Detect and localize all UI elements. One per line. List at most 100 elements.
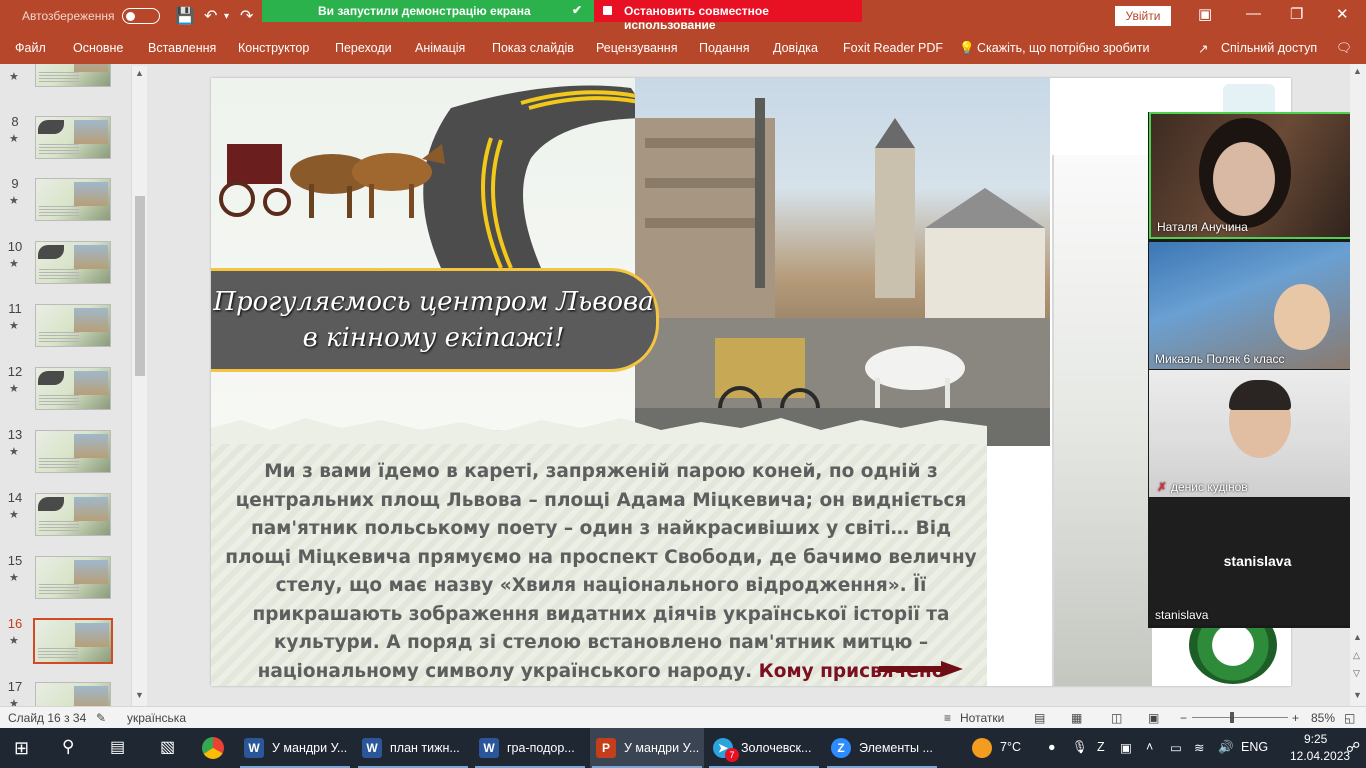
telegram-tray-icon[interactable]: ● [1048, 740, 1056, 754]
slide-thumbnail-8[interactable] [35, 116, 111, 159]
stop-share-button[interactable]: Остановить совместное использование [594, 0, 862, 32]
slide-thumbnail-12[interactable] [35, 367, 111, 410]
slide-thumbnail-17[interactable] [35, 682, 111, 706]
previous-slide-icon[interactable]: △ [1353, 650, 1360, 661]
slideshow-icon[interactable]: ▣ [1148, 711, 1159, 725]
taskbar-word-2[interactable]: W план тижн... [356, 728, 470, 768]
tab-insert[interactable]: Вставлення [148, 41, 216, 55]
tab-review[interactable]: Рецензування [596, 41, 677, 55]
language-indicator[interactable]: українська [127, 711, 186, 725]
share-button[interactable]: Спільний доступ [1221, 41, 1317, 55]
telegram-badge: 7 [725, 748, 739, 762]
lightbulb-icon: 💡 [959, 41, 975, 55]
undo-dropdown-icon[interactable]: ▾ [224, 11, 229, 22]
next-slide-icon[interactable]: ▽ [1353, 668, 1360, 679]
undo-icon[interactable]: ↶ [204, 6, 217, 26]
taskbar-telegram[interactable]: ➤ 7 Золочевск... [707, 728, 821, 768]
tray-app-icon[interactable]: ▣ [1120, 740, 1132, 755]
scroll-down-icon[interactable]: ▼ [135, 690, 144, 700]
notes-button[interactable]: Нотатки [960, 711, 1004, 725]
reading-view-icon[interactable]: ◫ [1111, 711, 1122, 725]
autosave-toggle[interactable] [122, 8, 160, 24]
scroll-down-icon[interactable]: ▼ [1353, 690, 1362, 700]
restore-icon[interactable]: ❐ [1290, 5, 1303, 23]
participant-tile[interactable]: Наталя Анучина [1149, 112, 1366, 239]
animation-star-icon: ★ [9, 320, 19, 332]
tab-transitions[interactable]: Переходи [335, 41, 392, 55]
weather-icon[interactable] [972, 738, 992, 758]
calculator-icon[interactable]: ▧ [160, 737, 175, 757]
tell-me-search[interactable]: Скажіть, що потрібно зробити [977, 41, 1150, 55]
signin-button[interactable]: Увійти [1115, 6, 1171, 26]
zoom-out-icon[interactable]: − [1180, 711, 1187, 725]
zoom-tray-icon[interactable]: Z [1097, 740, 1105, 754]
scrollbar-thumb[interactable] [135, 196, 145, 376]
animation-star-icon: ★ [9, 572, 19, 584]
slide-title-box[interactable]: Прогуляємось центром Львова в кінному ек… [211, 268, 659, 372]
slide-thumbnail-9[interactable] [35, 178, 111, 221]
right-arrow-icon [879, 661, 963, 677]
clock-date[interactable]: 12.04.2023 [1290, 749, 1350, 763]
tab-view[interactable]: Подання [699, 41, 749, 55]
taskbar-word-1[interactable]: W У мандри У... [238, 728, 352, 768]
participant-tile[interactable]: Микаэль Поляк 6 класс [1149, 242, 1366, 369]
taskbar-zoom[interactable]: Z Элементы ... [825, 728, 939, 768]
slide-scrollbar[interactable]: ▲ ▲ △ ▽ ▼ [1350, 64, 1366, 706]
minimize-icon[interactable]: — [1246, 5, 1261, 22]
weather-temp[interactable]: 7°C [1000, 740, 1021, 754]
thumbnails-scrollbar[interactable]: ▲ ▼ [131, 66, 147, 706]
scroll-up-icon[interactable]: ▲ [1353, 66, 1362, 76]
scroll-up-icon[interactable]: ▲ [135, 68, 144, 78]
tab-home[interactable]: Основне [73, 41, 123, 55]
clock-time[interactable]: 9:25 [1304, 732, 1327, 746]
comments-icon[interactable]: 🗨 [1336, 41, 1352, 56]
slide-thumbnail-13[interactable] [35, 430, 111, 473]
taskbar-word-3[interactable]: W гра-подор... [473, 728, 587, 768]
tab-help[interactable]: Довідка [773, 41, 818, 55]
volume-icon[interactable]: 🔊 [1218, 740, 1234, 755]
spellcheck-icon[interactable]: ✎ [96, 711, 106, 725]
search-icon[interactable]: ⚲ [62, 737, 74, 757]
windows-start-icon[interactable]: ⊞ [14, 738, 29, 759]
participant-tile[interactable]: stanislava stanislava [1149, 498, 1366, 625]
slide-thumbnail-14[interactable] [35, 493, 111, 536]
slide-thumbnail-15[interactable] [35, 556, 111, 599]
close-icon[interactable]: ✕ [1336, 5, 1349, 23]
input-language[interactable]: ENG [1241, 740, 1268, 754]
show-hidden-icons[interactable]: ˄ [1146, 740, 1153, 754]
slide-thumbnail-10[interactable] [35, 241, 111, 284]
display-icon[interactable]: ▭ [1170, 740, 1182, 755]
tab-foxit[interactable]: Foxit Reader PDF [843, 41, 943, 55]
zoom-level[interactable]: 85% [1311, 711, 1335, 725]
ribbon-display-icon[interactable]: ▣ [1198, 5, 1212, 23]
participant-tile[interactable]: ✗ денис кудінов [1149, 370, 1366, 497]
fit-to-window-icon[interactable]: ◱ [1344, 711, 1355, 725]
zoom-slider[interactable] [1192, 717, 1288, 718]
scroll-up-icon[interactable]: ▲ [1353, 632, 1362, 642]
redo-icon[interactable]: ↷ [240, 6, 253, 26]
slide-text-panel[interactable]: Ми з вами їдемо в кареті, запряженій пар… [211, 418, 987, 686]
notifications-icon[interactable]: ☍ [1346, 739, 1360, 756]
wifi-icon[interactable]: ≋ [1194, 740, 1204, 755]
taskbar-powerpoint[interactable]: P У мандри У... [590, 728, 704, 768]
horse-carriage-illustration [219, 144, 445, 218]
tab-file[interactable]: Файл [15, 41, 46, 55]
task-view-icon[interactable]: ▤ [110, 737, 125, 757]
microphone-icon[interactable]: 🎙 [1072, 740, 1088, 755]
slide-canvas[interactable]: Прогуляємось центром Львова в кінному ек… [211, 78, 1291, 686]
zoom-in-icon[interactable]: + [1292, 711, 1299, 725]
participant-face [1274, 284, 1330, 350]
taskbar-app-label: план тижн... [390, 741, 460, 755]
slide-thumbnail-7[interactable] [35, 64, 111, 87]
save-icon[interactable]: 💾 [175, 6, 195, 26]
slide-thumbnail-16-selected[interactable] [33, 618, 113, 664]
slide-sorter-icon[interactable]: ▦ [1071, 711, 1082, 725]
chrome-icon[interactable] [202, 737, 224, 759]
slide-thumbnail-11[interactable] [35, 304, 111, 347]
normal-view-icon[interactable]: ▤ [1034, 711, 1045, 725]
tab-design[interactable]: Конструктор [238, 41, 309, 55]
zoom-slider-thumb[interactable] [1230, 712, 1234, 723]
tab-slideshow[interactable]: Показ слайдів [492, 41, 574, 55]
slide-number: 10 [7, 239, 23, 254]
tab-animations[interactable]: Анімація [415, 41, 465, 55]
